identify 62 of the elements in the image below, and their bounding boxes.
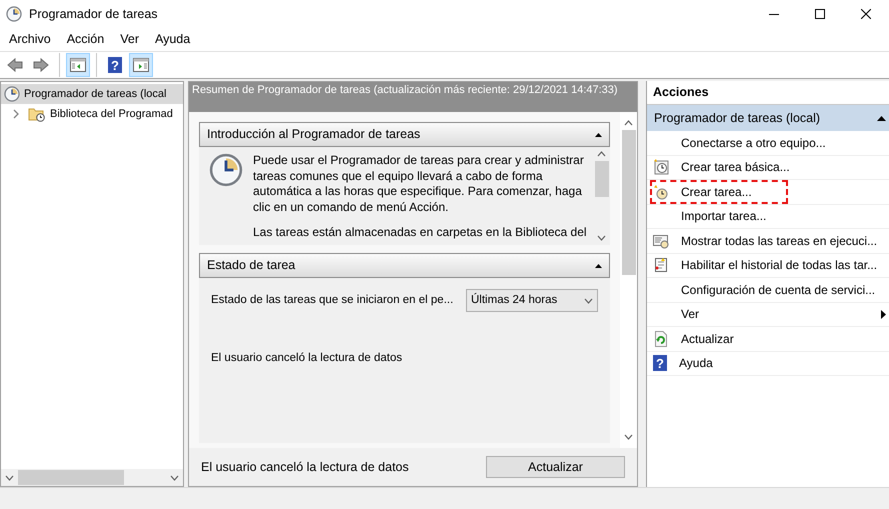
- scroll-down-icon[interactable]: [597, 235, 606, 241]
- action-item[interactable]: Configuración de cuenta de servici...: [651, 278, 886, 301]
- action-item[interactable]: Ver: [651, 303, 881, 326]
- section-header[interactable]: Introducción al Programador de tareas: [199, 122, 610, 147]
- action-item[interactable]: Conectarse a otro equipo...: [651, 132, 886, 154]
- notebook-icon: [653, 257, 669, 274]
- menu-item[interactable]: Archivo: [2, 30, 58, 49]
- action-item[interactable]: Mostrar todas las tareas en ejecuci...: [651, 230, 886, 252]
- menu-item[interactable]: Ver: [113, 30, 146, 49]
- scrollbar-thumb[interactable]: [622, 130, 636, 275]
- folder-clock-icon: [28, 106, 46, 122]
- summary-header: Resumen de Programador de tareas (actualización más reciente: 29/12/2021 14:47:33): [189, 82, 637, 112]
- help-icon: ?: [108, 57, 122, 73]
- dropdown-chevron-icon[interactable]: [584, 298, 593, 304]
- period-dropdown[interactable]: Últimas 24 horas: [466, 289, 598, 312]
- maximize-icon: [815, 9, 825, 19]
- section-header[interactable]: Estado de tarea: [199, 253, 610, 278]
- show-tree-pane-button[interactable]: [66, 53, 90, 77]
- left-arrow-icon: [7, 57, 23, 73]
- section-title: Estado de tarea: [207, 257, 296, 274]
- status-message: El usuario canceló la lectura de datos: [211, 351, 404, 366]
- collapse-arrow-icon[interactable]: [595, 132, 602, 136]
- refresh-button[interactable]: Actualizar: [486, 456, 625, 478]
- show-action-pane-button[interactable]: [129, 53, 153, 77]
- window-title: Programador de tareas: [29, 6, 158, 23]
- scroll-up-icon[interactable]: [597, 151, 606, 157]
- clock-icon: [4, 86, 20, 102]
- scrollbar-thumb[interactable]: [18, 470, 124, 485]
- intro-paragraph: Las tareas están almacenadas en carpetas en la Biblioteca del: [253, 225, 588, 240]
- submenu-arrow-icon: [881, 310, 886, 319]
- action-item[interactable]: Actualizar: [651, 328, 886, 350]
- action-item[interactable]: Crear tarea...: [651, 180, 787, 203]
- pane-layout-icon: [133, 58, 149, 72]
- intro-paragraph: Puede usar el Programador de tareas para crear y administrar tareas comunes que el equipo llevará a cabo de forma automática a las horas que especifique. Para comenzar, haga clic en un comando de menú Acción.: [253, 153, 585, 215]
- clock-icon: [209, 153, 243, 187]
- scrollbar-thumb[interactable]: [594, 161, 608, 197]
- help-icon: ?: [653, 355, 667, 372]
- section-title: Introducción al Programador de tareas: [207, 126, 420, 144]
- clock-star-icon: [653, 184, 669, 200]
- tree-item[interactable]: Biblioteca del Programad: [1, 104, 183, 124]
- close-icon: [861, 9, 871, 19]
- menu-item[interactable]: Acción: [60, 30, 112, 49]
- scroll-up-icon[interactable]: [624, 120, 633, 126]
- footer-message: El usuario canceló la lectura de datos: [201, 458, 409, 476]
- collapse-arrow-icon[interactable]: [595, 264, 602, 268]
- filter-label: Estado de las tareas que se iniciaron en el pe...: [211, 292, 454, 308]
- action-item[interactable]: Importar tarea...: [651, 205, 886, 228]
- scroll-down-icon[interactable]: [624, 434, 633, 440]
- tree-item[interactable]: Programador de tareas (local: [1, 84, 183, 104]
- action-item[interactable]: ? Ayuda: [651, 352, 886, 374]
- collapse-arrow-icon[interactable]: [877, 116, 886, 120]
- horizontal-scrollbar[interactable]: [1, 469, 183, 486]
- help-button[interactable]: ?: [103, 53, 127, 77]
- app-clock-icon: [6, 6, 22, 22]
- right-arrow-icon: [33, 57, 49, 73]
- action-item[interactable]: Habilitar el historial de todas las tar...: [651, 254, 886, 276]
- action-item[interactable]: Crear tarea básica...: [651, 156, 886, 178]
- pane-layout-icon: [70, 58, 86, 72]
- refresh-icon: [653, 330, 669, 347]
- actions-group-header[interactable]: Programador de tareas (local): [647, 105, 889, 131]
- menu-item[interactable]: Ayuda: [148, 30, 198, 49]
- list-clock-icon: [653, 232, 669, 249]
